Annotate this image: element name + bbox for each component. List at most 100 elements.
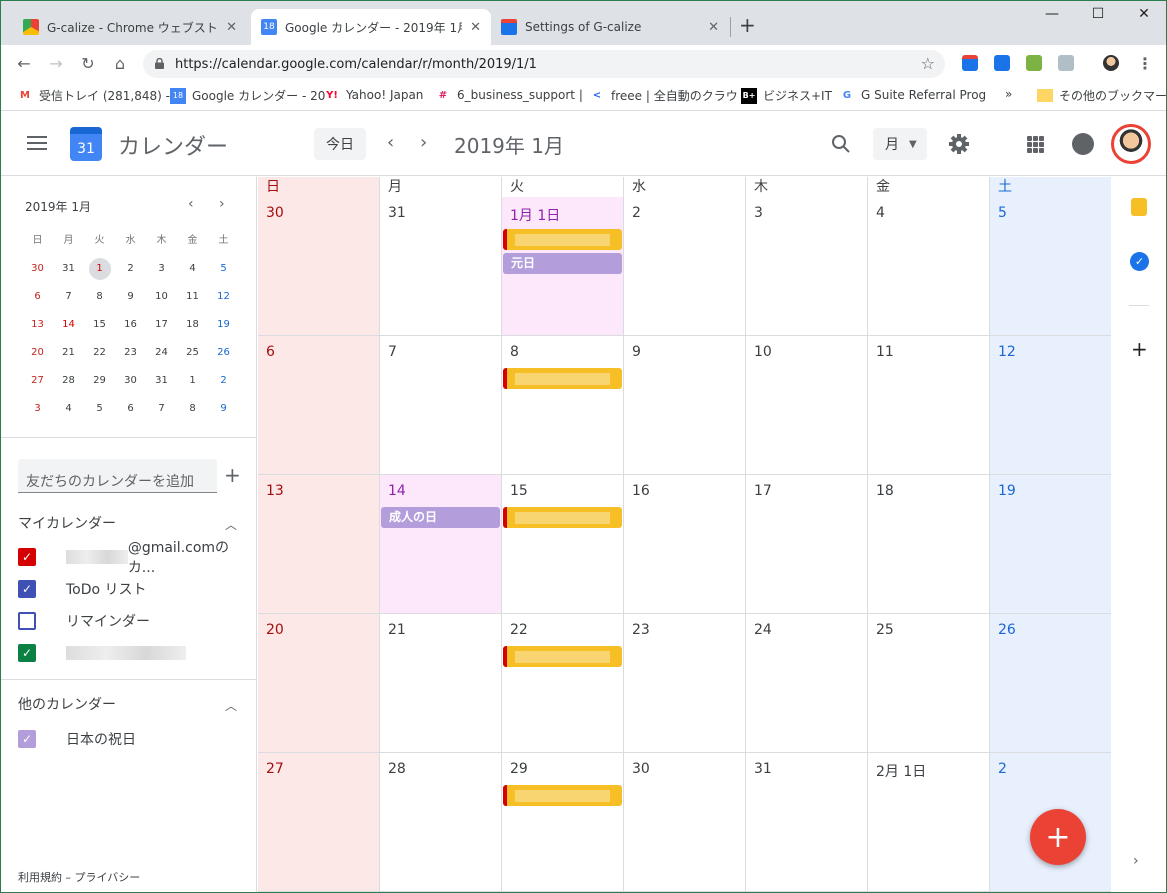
day-number[interactable]: 16 xyxy=(632,483,650,499)
day-number[interactable]: 2月 1日 xyxy=(876,761,926,781)
event-chip[interactable] xyxy=(503,229,622,250)
star-icon[interactable]: ☆ xyxy=(921,54,935,73)
day-cell[interactable]: 13 xyxy=(258,475,380,614)
day-number[interactable]: 31 xyxy=(754,761,772,777)
apps-grid-icon[interactable] xyxy=(1027,136,1044,153)
day-number[interactable]: 27 xyxy=(266,761,284,777)
day-number[interactable]: 11 xyxy=(876,344,894,360)
mini-day[interactable]: 24 xyxy=(146,342,177,364)
mini-day[interactable]: 9 xyxy=(208,398,239,420)
calendar-item-gmail[interactable]: ✓ @gmail.comのカ... xyxy=(18,540,256,576)
add-calendar-plus-icon[interactable]: + xyxy=(224,463,241,487)
day-cell[interactable]: 14 xyxy=(380,475,502,614)
day-cell[interactable]: 24 xyxy=(746,614,868,753)
new-tab-button[interactable]: + xyxy=(739,15,756,35)
mini-day[interactable]: 20 xyxy=(22,342,53,364)
day-cell[interactable]: 9 xyxy=(624,336,746,475)
mini-day[interactable]: 10 xyxy=(146,286,177,308)
mini-day[interactable]: 2 xyxy=(208,370,239,392)
mini-day[interactable]: 21 xyxy=(53,342,84,364)
day-number[interactable]: 21 xyxy=(388,622,406,638)
day-cell[interactable]: 8 xyxy=(502,336,624,475)
day-number[interactable]: 12 xyxy=(998,344,1016,360)
tab-google-calendar[interactable]: 18 Google カレンダー - 2019年 1月 ✕ xyxy=(251,9,491,45)
day-number[interactable]: 3 xyxy=(754,205,763,221)
day-cell[interactable]: 25 xyxy=(868,614,990,753)
search-icon[interactable] xyxy=(831,134,851,154)
evernote-extension-icon[interactable] xyxy=(1026,55,1042,71)
day-number[interactable]: 15 xyxy=(510,483,528,499)
create-event-button[interactable]: + xyxy=(1030,809,1086,865)
add-friend-calendar-input[interactable]: 友だちのカレンダーを追加 xyxy=(18,459,217,493)
mini-day[interactable]: 8 xyxy=(84,286,115,308)
close-icon[interactable]: ✕ xyxy=(708,20,719,35)
mini-next-button[interactable]: › xyxy=(219,196,225,212)
checkbox-checked-icon[interactable]: ✓ xyxy=(18,548,36,566)
day-cell[interactable]: 20 xyxy=(258,614,380,753)
day-number[interactable]: 25 xyxy=(876,622,894,638)
mini-day[interactable]: 1 xyxy=(88,258,111,280)
event-chip[interactable] xyxy=(503,646,622,667)
mini-day[interactable]: 26 xyxy=(208,342,239,364)
mini-day[interactable]: 30 xyxy=(22,258,53,280)
tasks-icon[interactable]: ✓ xyxy=(1130,252,1149,271)
share-extension-icon[interactable] xyxy=(994,55,1010,71)
day-cell[interactable]: 18 xyxy=(868,475,990,614)
mini-day[interactable]: 3 xyxy=(22,398,53,420)
mini-day[interactable]: 6 xyxy=(115,398,146,420)
checkbox-checked-icon[interactable]: ✓ xyxy=(18,580,36,598)
day-cell[interactable]: 26 xyxy=(990,614,1112,753)
close-icon[interactable]: ✕ xyxy=(226,20,237,35)
day-cell[interactable]: 30 xyxy=(258,197,380,336)
day-cell[interactable]: 22 xyxy=(502,614,624,753)
prev-month-button[interactable]: ‹ xyxy=(387,132,394,153)
holiday-event-chip[interactable]: 元日 xyxy=(503,253,622,274)
mini-day[interactable]: 12 xyxy=(208,286,239,308)
day-number[interactable]: 13 xyxy=(266,483,284,499)
day-number[interactable]: 28 xyxy=(388,761,406,777)
checkbox-empty-icon[interactable] xyxy=(18,612,36,630)
mini-day[interactable]: 18 xyxy=(177,314,208,336)
gear-icon[interactable] xyxy=(947,132,971,156)
profile-avatar-icon[interactable] xyxy=(1103,55,1119,71)
checkbox-checked-icon[interactable]: ✓ xyxy=(18,644,36,662)
mini-day[interactable]: 29 xyxy=(84,370,115,392)
day-number[interactable]: 9 xyxy=(632,344,641,360)
day-cell[interactable]: 28 xyxy=(380,753,502,892)
day-cell[interactable]: 15 xyxy=(502,475,624,614)
add-addon-plus-icon[interactable]: + xyxy=(1131,337,1148,361)
day-number[interactable]: 10 xyxy=(754,344,772,360)
account-avatar[interactable] xyxy=(1111,124,1151,164)
mini-day[interactable]: 30 xyxy=(115,370,146,392)
day-cell[interactable]: 4 xyxy=(868,197,990,336)
day-cell[interactable]: 12 xyxy=(990,336,1112,475)
mini-day[interactable]: 5 xyxy=(208,258,239,280)
chevron-up-icon[interactable]: ︿ xyxy=(225,516,237,533)
day-number[interactable]: 23 xyxy=(632,622,650,638)
mini-day[interactable]: 23 xyxy=(115,342,146,364)
day-cell[interactable]: 5 xyxy=(990,197,1112,336)
mini-day[interactable]: 4 xyxy=(53,398,84,420)
day-cell[interactable]: 23 xyxy=(624,614,746,753)
mini-day[interactable]: 27 xyxy=(22,370,53,392)
day-number[interactable]: 14 xyxy=(388,483,406,499)
day-number[interactable]: 26 xyxy=(998,622,1016,638)
chevron-up-icon[interactable]: ︿ xyxy=(225,697,237,714)
day-number[interactable]: 29 xyxy=(510,761,528,777)
event-chip[interactable] xyxy=(503,507,622,528)
close-icon[interactable]: ✕ xyxy=(470,20,481,35)
calendar-item-todo[interactable]: ✓ ToDo リスト xyxy=(18,579,147,599)
mini-day[interactable]: 19 xyxy=(208,314,239,336)
maximize-icon[interactable]: ☐ xyxy=(1083,6,1113,22)
bookmark-slack[interactable]: # 6_business_support | xyxy=(435,87,583,103)
day-number[interactable]: 6 xyxy=(266,344,275,360)
mini-day[interactable]: 7 xyxy=(146,398,177,420)
mini-day[interactable]: 25 xyxy=(177,342,208,364)
mini-day[interactable]: 6 xyxy=(22,286,53,308)
day-number[interactable]: 2 xyxy=(998,761,1007,777)
mini-day[interactable]: 28 xyxy=(53,370,84,392)
event-chip[interactable] xyxy=(503,785,622,806)
dropbox-extension-icon[interactable] xyxy=(1058,55,1074,71)
day-number[interactable]: 7 xyxy=(388,344,397,360)
day-cell[interactable]: 31 xyxy=(380,197,502,336)
